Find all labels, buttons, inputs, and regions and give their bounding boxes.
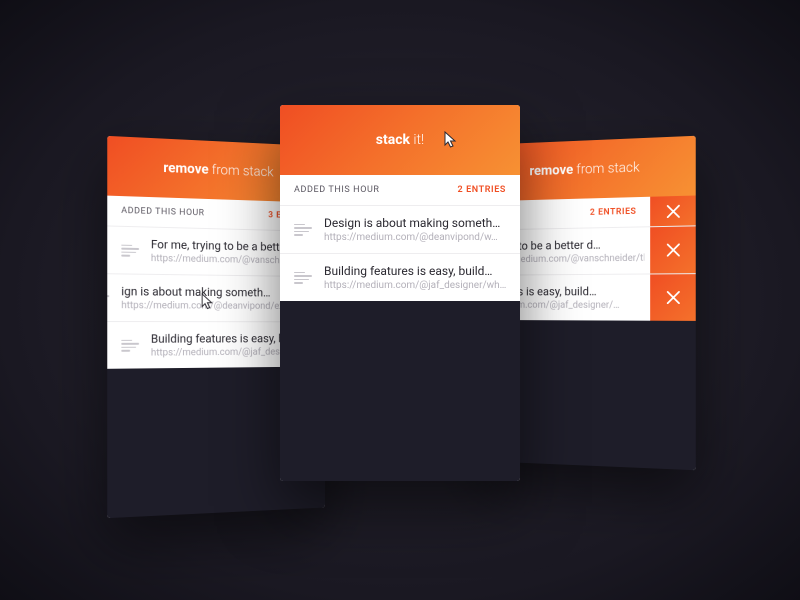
header-title-rest: it! [410,132,424,148]
header-title-rest: from stack [209,162,274,180]
delete-button[interactable] [650,195,696,226]
entry-title: ign is about making someth… [121,284,298,299]
article-icon [294,221,312,239]
list-item[interactable]: Building features is easy, build… https:… [280,253,520,301]
card-header[interactable]: stack it! [280,105,520,175]
subheader-label: ADDED THIS HOUR [294,185,380,195]
entry-count: 2 ENTRIES [457,185,506,195]
article-icon [121,241,139,259]
delete-button[interactable] [650,226,696,273]
subheader: ADDED THIS HOUR 2 ENTRIES [280,175,520,205]
list-item[interactable]: Design is about making someth… https://m… [280,205,520,253]
card-stack-it: stack it! ADDED THIS HOUR 2 ENTRIES Desi… [280,105,520,481]
entry-url: https://medium.com/@jaf_designer/wh… [324,280,506,291]
card-body-dark [280,301,520,481]
entry-url: https://medium.com/@deanvipond/ex… [121,300,298,312]
delete-button[interactable] [650,274,696,321]
article-icon [107,289,109,307]
cursor-icon [442,131,458,151]
entry-url: https://medium.com/@deanvipond/w… [324,232,506,243]
article-icon [121,336,139,354]
header-title-strong: stack [376,132,410,148]
entry-title: Building features is easy, build… [324,264,506,278]
subheader-label: ADDED THIS HOUR [121,206,204,218]
entry-title: Design is about making someth… [324,216,506,230]
header-title-strong: remove [529,162,573,179]
header-title-strong: remove [163,160,208,177]
entry-count: 2 ENTRIES [590,207,637,218]
article-icon [294,269,312,287]
header-title-rest: from stack [573,160,640,178]
